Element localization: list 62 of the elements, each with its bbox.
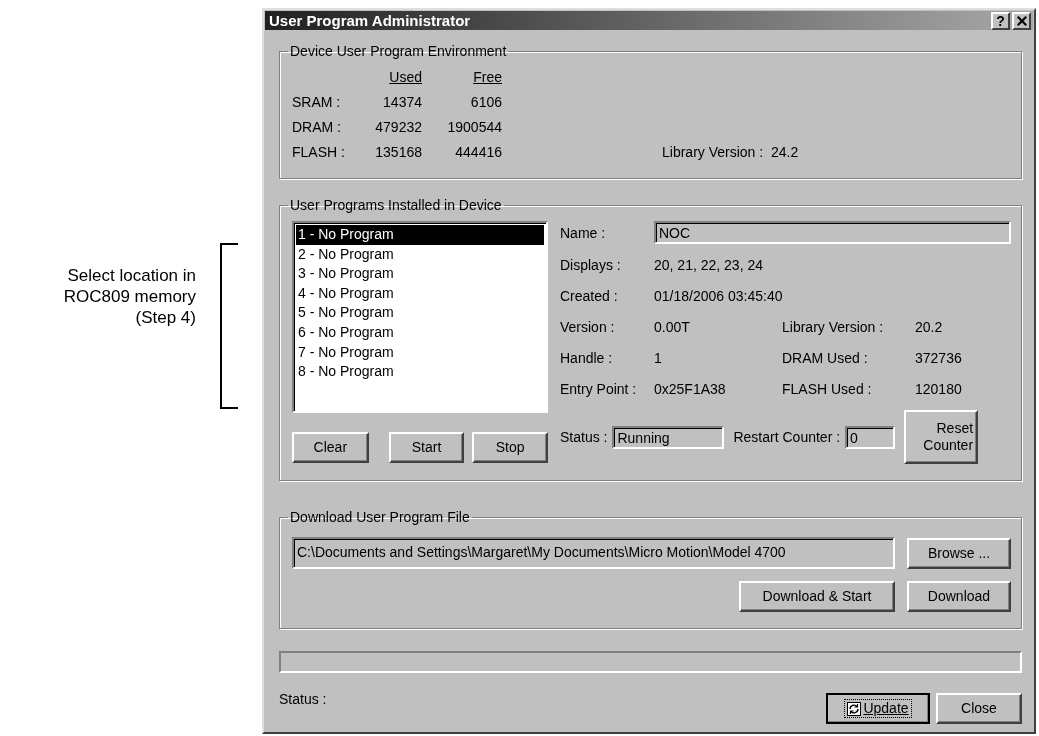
used-value: 135168: [374, 143, 422, 162]
list-item[interactable]: 5 - No Program: [296, 303, 544, 323]
restart-counter-field[interactable]: 0: [845, 425, 896, 449]
row-label: FLASH :: [292, 143, 346, 162]
used-value: 14374: [382, 93, 422, 112]
download-start-button[interactable]: Download & Start: [739, 581, 895, 612]
help-button[interactable]: ?: [991, 11, 1010, 30]
column-header: Used: [388, 68, 422, 87]
free-value: 1900544: [446, 118, 502, 137]
field-value: 20.2: [915, 318, 944, 337]
free-value: 6106: [469, 93, 502, 112]
list-item[interactable]: 7 - No Program: [296, 342, 544, 363]
free-value: 444416: [454, 143, 502, 162]
status-label: Status :: [560, 429, 608, 445]
row-label: SRAM :: [292, 93, 342, 112]
status-label: Status :: [279, 691, 327, 707]
list-item[interactable]: 3 - No Program: [296, 264, 544, 284]
field-label: DRAM Used :: [782, 349, 869, 368]
name-field[interactable]: NOC: [654, 221, 1011, 244]
row-label: DRAM :: [292, 118, 342, 137]
field-value: 01/18/2006 03:45:40: [654, 287, 784, 306]
used-value: 479232: [374, 118, 422, 137]
field-label: Created :: [560, 287, 619, 306]
field-label: Library Version :: [782, 318, 885, 337]
field-label: Handle :: [560, 349, 614, 368]
field-label: FLASH Used :: [782, 380, 873, 399]
file-path-field[interactable]: C:\Documents and Settings\Margaret\My Documents\Micro Motion\Model 4700: [292, 537, 895, 569]
refresh-icon: [847, 701, 862, 716]
stop-button[interactable]: Stop: [472, 432, 548, 463]
update-button[interactable]: Update: [826, 693, 930, 724]
field-value: 20, 21, 22, 23, 24: [654, 256, 764, 275]
status-field: Running: [612, 425, 725, 449]
start-button[interactable]: Start: [388, 432, 465, 463]
close-button[interactable]: [1012, 11, 1031, 30]
library-version-text: Library Version : 24.2: [662, 143, 800, 162]
group-title: Download User Program File: [289, 509, 471, 525]
field-label: Version :: [560, 318, 616, 337]
group-title: Device User Program Environment: [289, 43, 508, 59]
browse-button[interactable]: Browse ...: [907, 537, 1011, 569]
field-value: 372736: [915, 349, 963, 368]
list-item[interactable]: 8 - No Program: [296, 362, 544, 382]
clear-button[interactable]: Clear: [292, 432, 369, 463]
download-button[interactable]: Download: [907, 581, 1011, 612]
name-label: Name :: [560, 224, 607, 241]
close-icon: [1016, 15, 1027, 26]
window-title: User Program Administrator: [269, 12, 472, 29]
callout-text: Select location in ROC809 memory (Step 4): [62, 265, 196, 328]
reset-counter-button[interactable]: Reset Counter: [904, 410, 979, 464]
field-value: 0.00T: [654, 318, 691, 337]
field-value: 120180: [915, 380, 963, 399]
field-value: 0x25F1A38: [654, 380, 727, 399]
column-header: Free: [472, 68, 502, 87]
field-value: 1: [654, 349, 663, 368]
field-label: Displays :: [560, 256, 622, 275]
list-item[interactable]: 4 - No Program: [296, 283, 544, 304]
restart-counter-label: Restart Counter :: [733, 429, 841, 445]
group-title: User Programs Installed in Device: [289, 197, 503, 213]
list-item[interactable]: 2 - No Program: [296, 244, 544, 265]
close-button[interactable]: Close: [936, 693, 1022, 724]
list-item[interactable]: 1 - No Program: [296, 225, 544, 245]
list-item[interactable]: 6 - No Program: [296, 322, 544, 343]
field-label: Entry Point :: [560, 380, 638, 399]
